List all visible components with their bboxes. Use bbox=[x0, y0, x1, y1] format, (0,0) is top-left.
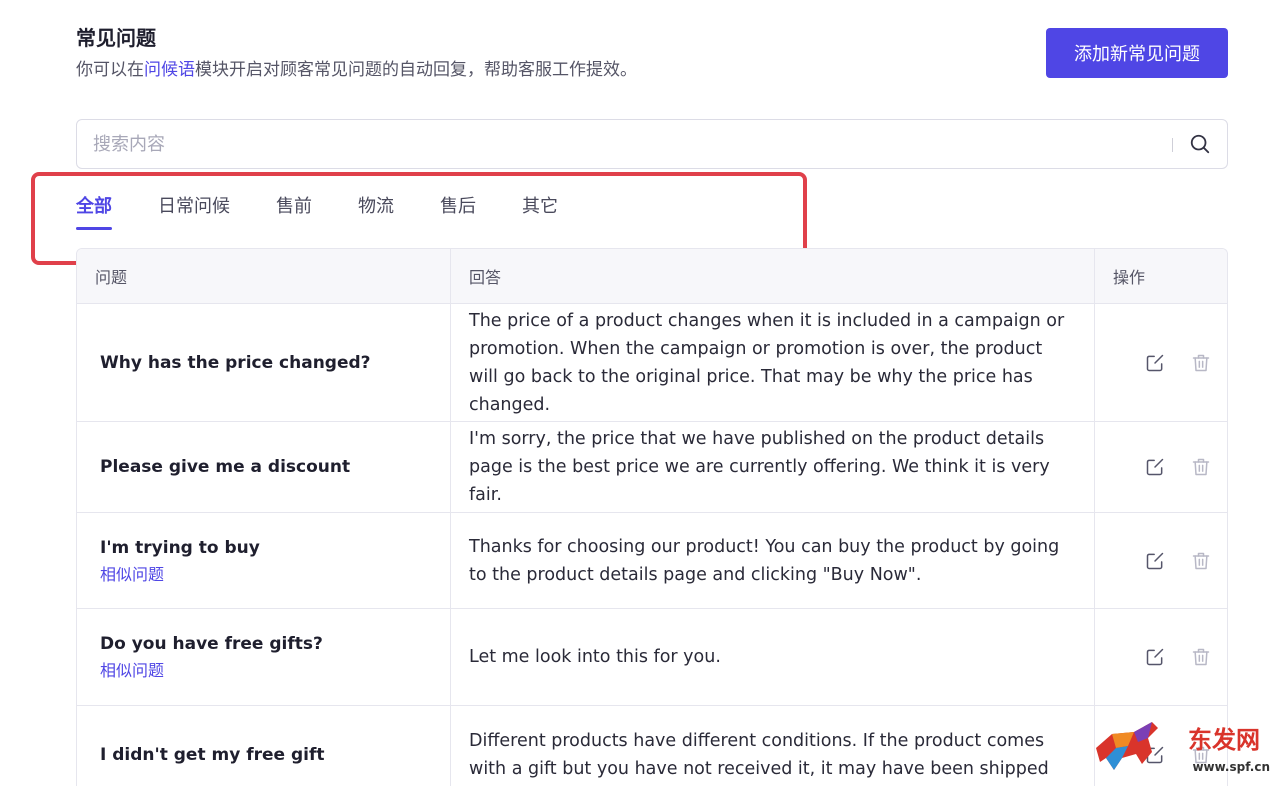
table-body: Why has the price changed? The price of a… bbox=[77, 304, 1227, 786]
ops-cell bbox=[1095, 609, 1227, 705]
header-answer: 回答 bbox=[451, 249, 1095, 303]
bull-logo-icon bbox=[1096, 722, 1158, 770]
answer-cell: Thanks for choosing our product! You can… bbox=[451, 513, 1095, 608]
category-tabs: 全部 日常问候 售前 物流 售后 其它 bbox=[76, 190, 604, 234]
ops-cell bbox=[1095, 304, 1227, 421]
answer-cell: The price of a product changes when it i… bbox=[451, 304, 1095, 421]
search-icon[interactable] bbox=[1189, 133, 1211, 155]
question-cell: Do you have free gifts? 相似问题 bbox=[77, 609, 451, 705]
page-title: 常见问题 bbox=[76, 26, 156, 50]
answer-text: Different products have different condit… bbox=[469, 730, 1049, 779]
question-text: Do you have free gifts? bbox=[100, 634, 323, 654]
greeting-link[interactable]: 问候语 bbox=[144, 60, 195, 80]
table-row: Do you have free gifts? 相似问题 Let me look i… bbox=[77, 609, 1227, 706]
add-faq-button[interactable]: 添加新常见问题 bbox=[1046, 28, 1228, 78]
similar-questions-link[interactable]: 相似问题 bbox=[100, 658, 438, 684]
similar-questions-link[interactable]: 相似问题 bbox=[100, 562, 438, 588]
subtitle-text-pre: 你可以在 bbox=[76, 60, 144, 80]
tab-4[interactable]: 售后 bbox=[440, 190, 476, 230]
question-cell: I didn't get my free gift bbox=[77, 706, 451, 786]
delete-icon[interactable] bbox=[1191, 647, 1211, 667]
search-divider bbox=[1172, 138, 1173, 152]
answer-cell: Let me look into this for you. bbox=[451, 609, 1095, 705]
question-cell: Please give me a discount bbox=[77, 422, 451, 512]
header-question: 问题 bbox=[77, 249, 451, 303]
table-row: Please give me a discount I'm sorry, the … bbox=[77, 422, 1227, 513]
answer-cell: I'm sorry, the price that we have publis… bbox=[451, 422, 1095, 512]
question-text: Why has the price changed? bbox=[100, 352, 371, 373]
tab-1[interactable]: 日常问候 bbox=[158, 190, 230, 230]
answer-text: Thanks for choosing our product! You can… bbox=[469, 536, 1060, 585]
edit-icon[interactable] bbox=[1145, 457, 1165, 477]
ops-cell bbox=[1095, 422, 1227, 512]
edit-icon[interactable] bbox=[1145, 647, 1165, 667]
table-row: I'm trying to buy 相似问题 Thanks for choosing… bbox=[77, 513, 1227, 609]
tab-3[interactable]: 物流 bbox=[358, 190, 394, 230]
answer-text: Let me look into this for you. bbox=[469, 647, 721, 667]
tab-0[interactable]: 全部 bbox=[76, 190, 112, 230]
search-input[interactable] bbox=[93, 120, 1153, 168]
subtitle-text-post: 模块开启对顾客常见问题的自动回复，帮助客服工作提效。 bbox=[195, 60, 637, 80]
search-bar bbox=[76, 119, 1228, 169]
tab-2[interactable]: 售前 bbox=[276, 190, 312, 230]
question-text: I'm trying to buy bbox=[100, 537, 260, 558]
edit-icon[interactable] bbox=[1145, 353, 1165, 373]
watermark-text: 东发网 bbox=[1188, 725, 1260, 754]
ops-cell bbox=[1095, 513, 1227, 608]
page-subtitle: 你可以在问候语模块开启对顾客常见问题的自动回复，帮助客服工作提效。 bbox=[76, 58, 637, 82]
site-watermark: 东发网 www.spf.cn bbox=[1092, 714, 1272, 778]
question-cell: Why has the price changed? bbox=[77, 304, 451, 421]
table-row: Why has the price changed? The price of a… bbox=[77, 304, 1227, 422]
table-header: 问题 回答 操作 bbox=[77, 249, 1227, 304]
faq-table: 问题 回答 操作 Why has the price changed? The p… bbox=[76, 248, 1228, 786]
header-ops: 操作 bbox=[1113, 268, 1146, 287]
edit-icon[interactable] bbox=[1145, 551, 1165, 571]
watermark-url: www.spf.cn bbox=[1192, 760, 1270, 774]
tab-5[interactable]: 其它 bbox=[522, 190, 558, 230]
answer-cell: Different products have different condit… bbox=[451, 706, 1095, 786]
delete-icon[interactable] bbox=[1191, 353, 1211, 373]
answer-text: I'm sorry, the price that we have publis… bbox=[469, 429, 1050, 505]
question-text: I didn't get my free gift bbox=[100, 744, 325, 765]
delete-icon[interactable] bbox=[1191, 551, 1211, 571]
delete-icon[interactable] bbox=[1191, 457, 1211, 477]
answer-text: The price of a product changes when it i… bbox=[469, 310, 1065, 415]
table-row: I didn't get my free gift Different produ… bbox=[77, 706, 1227, 786]
question-cell: I'm trying to buy 相似问题 bbox=[77, 513, 451, 608]
question-text: Please give me a discount bbox=[100, 457, 351, 477]
page-header: 常见问题 你可以在问候语模块开启对顾客常见问题的自动回复，帮助客服工作提效。 添… bbox=[76, 24, 1228, 84]
